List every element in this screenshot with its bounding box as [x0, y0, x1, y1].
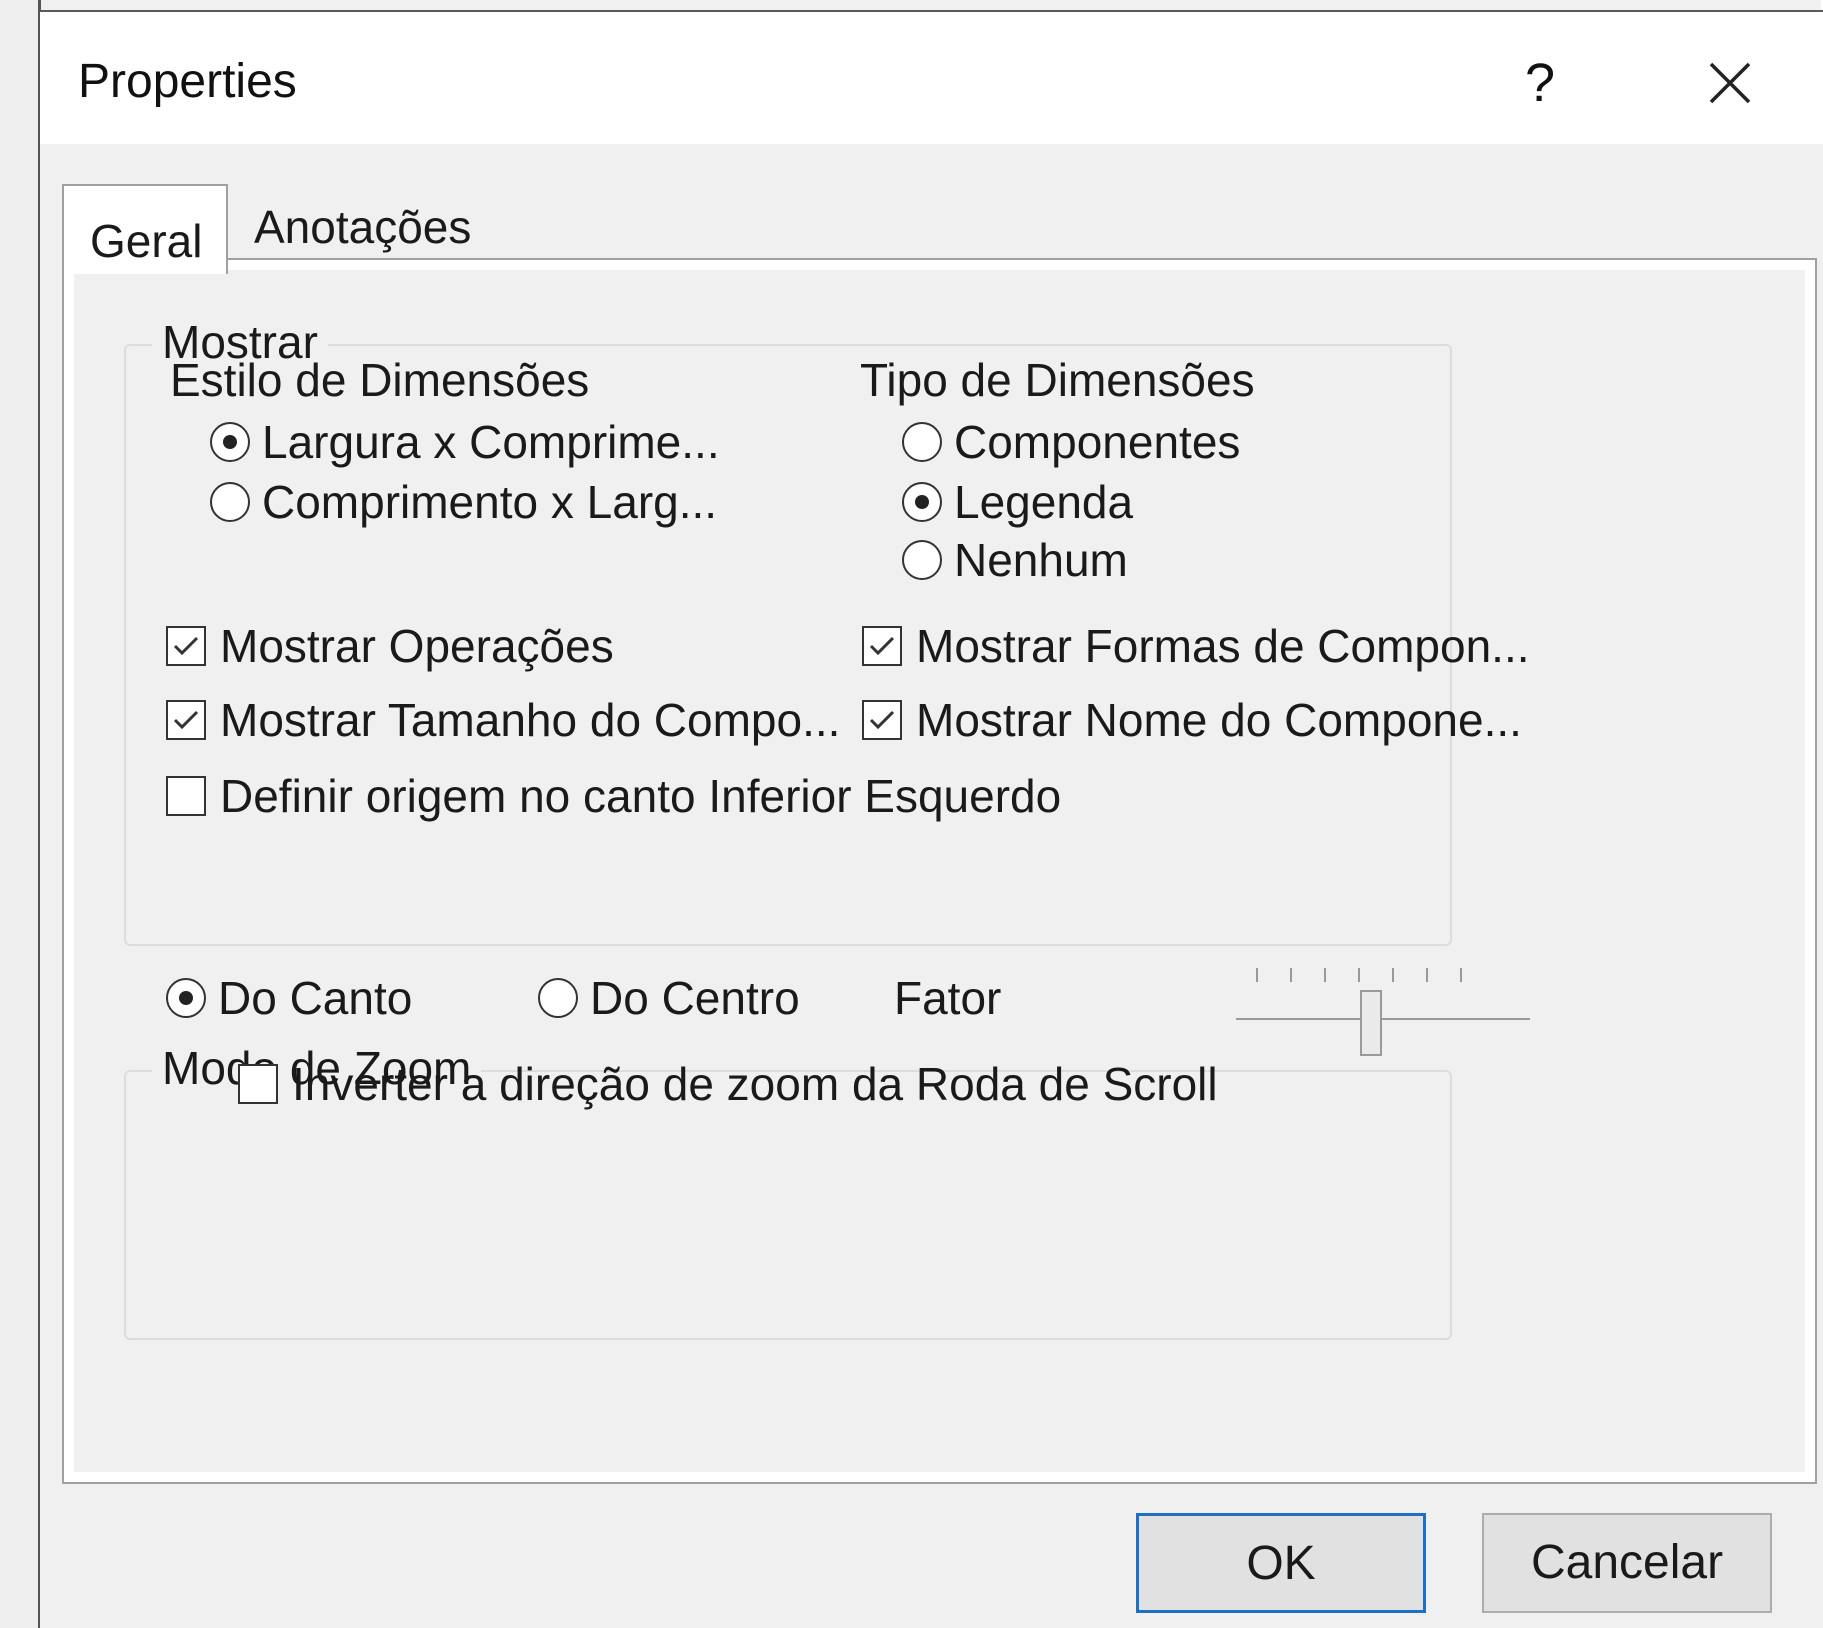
checkmark-icon — [869, 636, 895, 656]
estilo-dimensoes-label: Estilo de Dimensões — [170, 354, 590, 406]
background-window — [0, 0, 41, 1628]
radio-label: Comprimento x Larg... — [262, 476, 718, 528]
radio-componentes[interactable]: Componentes — [902, 416, 1240, 468]
fator-label: Fator — [894, 972, 1002, 1024]
radio-indicator — [902, 540, 942, 580]
slider-thumb[interactable] — [1360, 990, 1382, 1056]
checkbox-label: Mostrar Tamanho do Compo... — [220, 694, 841, 746]
radio-label: Do Centro — [590, 972, 800, 1024]
checkbox-definir-origem[interactable]: Definir origem no canto Inferior Esquerd… — [166, 770, 1061, 822]
dialog-title: Properties — [78, 55, 297, 108]
checkmark-icon — [173, 636, 199, 656]
checkbox-box — [862, 626, 902, 666]
checkbox-box — [166, 700, 206, 740]
slider-tick — [1358, 968, 1360, 982]
checkbox-label: Mostrar Operações — [220, 620, 614, 672]
help-icon: ? — [1524, 53, 1556, 113]
checkbox-label: Inverter a direção de zoom da Roda de Sc… — [292, 1058, 1218, 1110]
radio-legenda[interactable]: Legenda — [902, 476, 1133, 528]
checkbox-box — [166, 776, 206, 816]
slider-tick — [1426, 968, 1428, 982]
checkbox-inverter-zoom[interactable]: Inverter a direção de zoom da Roda de Sc… — [238, 1058, 1218, 1110]
radio-label: Do Canto — [218, 972, 413, 1024]
radio-largura-comprimento[interactable]: Largura x Comprime... — [210, 416, 720, 468]
radio-label: Componentes — [954, 416, 1241, 468]
radio-nenhum[interactable]: Nenhum — [902, 534, 1128, 586]
close-button[interactable] — [1690, 48, 1770, 118]
slider-tick — [1290, 968, 1292, 982]
checkbox-label: Definir origem no canto Inferior Esquerd… — [220, 770, 1062, 822]
radio-indicator — [210, 482, 250, 522]
tab-anotacoes-label: Anotações — [254, 201, 472, 253]
checkbox-label: Mostrar Formas de Compon... — [916, 620, 1530, 672]
tab-geral-label: Geral — [90, 215, 203, 267]
tab-panel-geral: Mostrar Estilo de Dimensões Largura x Co… — [62, 258, 1817, 1484]
radio-indicator — [902, 422, 942, 462]
radio-label: Legenda — [954, 476, 1134, 528]
checkbox-mostrar-operacoes[interactable]: Mostrar Operações — [166, 620, 614, 672]
slider-tick — [1460, 968, 1462, 982]
radio-comprimento-largura[interactable]: Comprimento x Larg... — [210, 476, 717, 528]
radio-indicator — [538, 978, 578, 1018]
checkbox-box — [862, 700, 902, 740]
tab-geral[interactable]: Geral — [62, 184, 228, 274]
ok-button[interactable]: OK — [1136, 1513, 1426, 1613]
checkbox-box — [166, 626, 206, 666]
zoom-factor-slider[interactable] — [1236, 956, 1536, 1056]
radio-do-canto[interactable]: Do Canto — [166, 972, 412, 1024]
slider-tick — [1392, 968, 1394, 982]
checkmark-icon — [173, 710, 199, 730]
checkbox-mostrar-formas[interactable]: Mostrar Formas de Compon... — [862, 620, 1530, 672]
slider-track — [1236, 1018, 1530, 1020]
close-icon — [1709, 62, 1751, 104]
slider-tick — [1324, 968, 1326, 982]
radio-indicator — [166, 978, 206, 1018]
properties-dialog: Properties ? Geral Anotações Mostrar Est… — [40, 10, 1823, 1628]
radio-label: Largura x Comprime... — [262, 416, 720, 468]
radio-indicator — [210, 422, 250, 462]
checkbox-mostrar-nome[interactable]: Mostrar Nome do Compone... — [862, 694, 1522, 746]
radio-label: Nenhum — [954, 534, 1128, 586]
radio-indicator — [902, 482, 942, 522]
cancel-button[interactable]: Cancelar — [1482, 1513, 1772, 1613]
checkbox-label: Mostrar Nome do Compone... — [916, 694, 1522, 746]
checkmark-icon — [869, 710, 895, 730]
checkbox-mostrar-tamanho[interactable]: Mostrar Tamanho do Compo... — [166, 694, 840, 746]
help-button[interactable]: ? — [1510, 48, 1570, 118]
radio-do-centro[interactable]: Do Centro — [538, 972, 800, 1024]
checkbox-box — [238, 1064, 278, 1104]
tipo-dimensoes-label: Tipo de Dimensões — [860, 354, 1255, 406]
group-modo-zoom: Modo de Zoom — [124, 1042, 1452, 1340]
title-bar[interactable]: Properties ? — [40, 12, 1823, 144]
slider-tick — [1256, 968, 1258, 982]
